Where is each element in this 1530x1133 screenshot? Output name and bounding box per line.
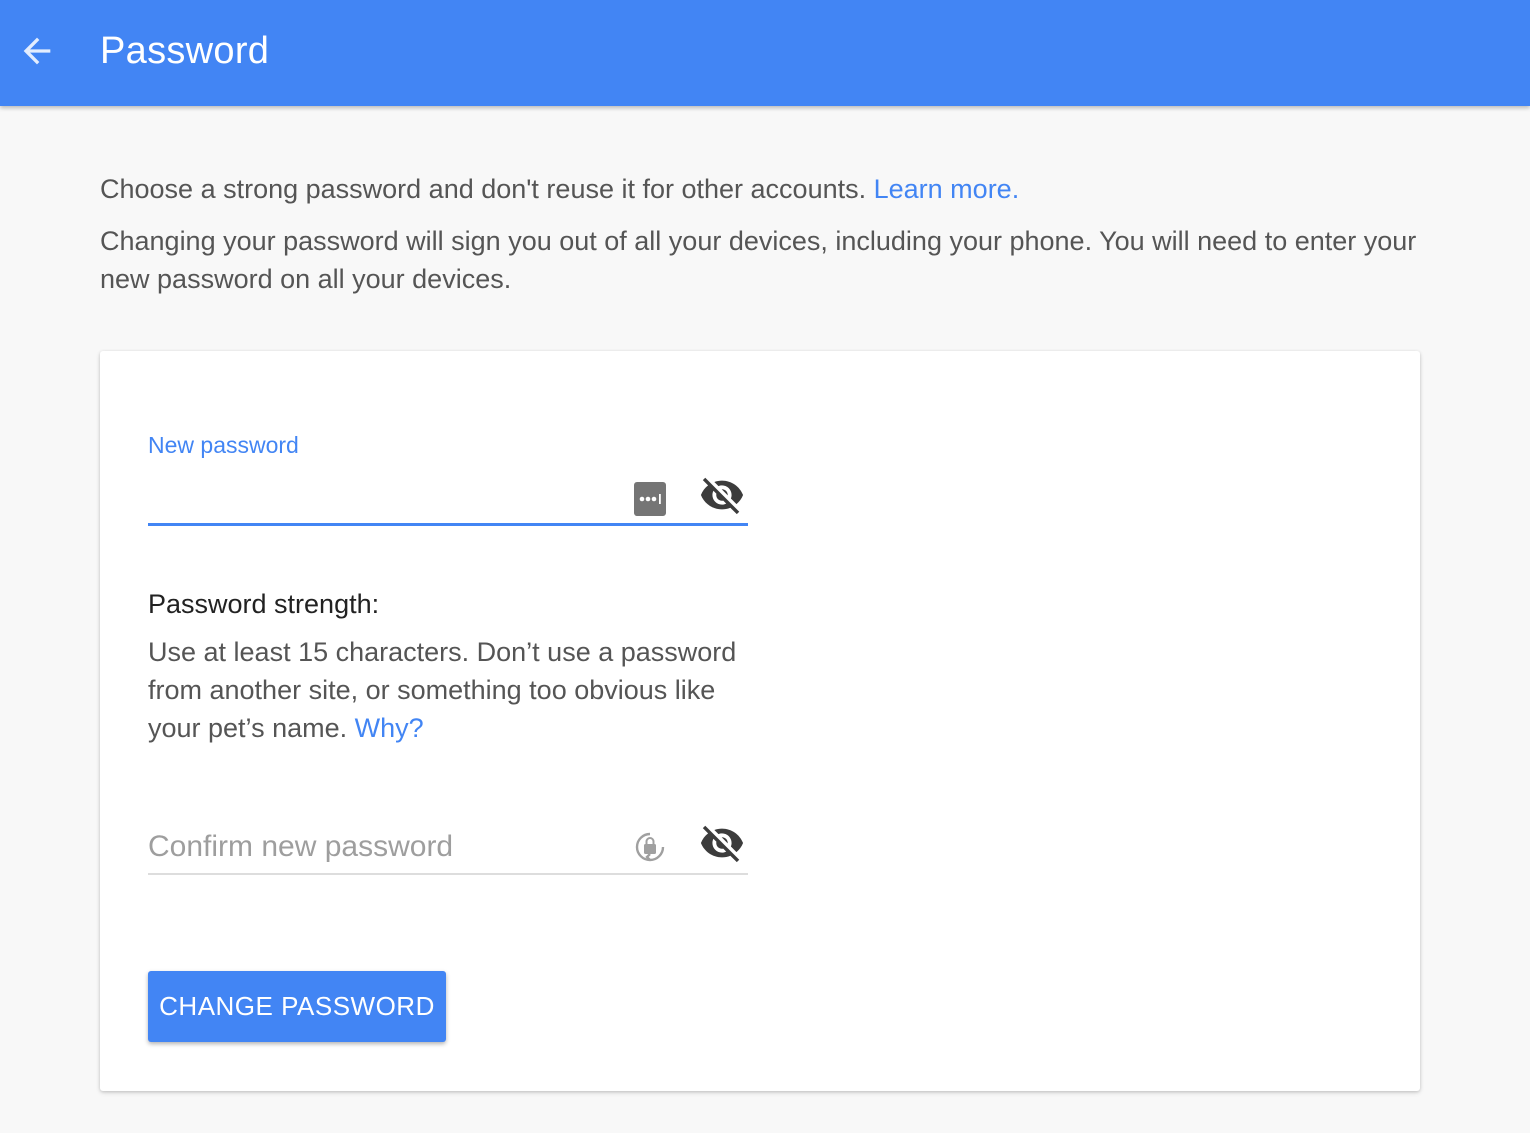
toggle-new-password-visibility[interactable] — [698, 473, 746, 517]
password-strength-label: Password strength: — [148, 589, 380, 619]
new-password-underline — [148, 523, 748, 526]
new-password-label: New password — [148, 432, 299, 458]
visibility-off-icon — [700, 477, 744, 515]
new-password-field: New password — [148, 431, 748, 527]
learn-more-link[interactable]: Learn more. — [874, 174, 1020, 204]
password-strength-help: Use at least 15 characters. Don’t use a … — [148, 633, 748, 747]
password-strength-help-text: Use at least 15 characters. Don’t use a … — [148, 637, 737, 743]
intro-line-2: Changing your password will sign you out… — [100, 226, 1417, 294]
toggle-confirm-password-visibility[interactable] — [698, 821, 746, 865]
intro-line-1: Choose a strong password and don't reuse… — [100, 170, 1430, 208]
new-password-input[interactable] — [148, 477, 618, 521]
intro-text: Choose a strong password and don't reuse… — [100, 170, 1430, 298]
confirm-password-input[interactable] — [148, 825, 618, 869]
page-title: Password — [100, 30, 270, 72]
password-card: New password Password strength: Use at l… — [100, 351, 1420, 1091]
visibility-off-icon — [700, 825, 744, 863]
password-sync-icon — [635, 832, 665, 862]
confirm-password-underline — [148, 873, 748, 875]
password-manager-icon — [634, 482, 666, 516]
password-sync-button[interactable] — [630, 827, 670, 867]
app-bar: Password — [0, 0, 1530, 106]
change-password-button[interactable]: CHANGE PASSWORD — [148, 971, 446, 1042]
confirm-password-field — [148, 813, 748, 877]
why-link[interactable]: Why? — [355, 713, 424, 743]
back-button[interactable] — [12, 26, 62, 76]
arrow-back-icon — [23, 37, 51, 65]
password-manager-button[interactable] — [630, 479, 670, 519]
intro-line-1-text: Choose a strong password and don't reuse… — [100, 174, 867, 204]
